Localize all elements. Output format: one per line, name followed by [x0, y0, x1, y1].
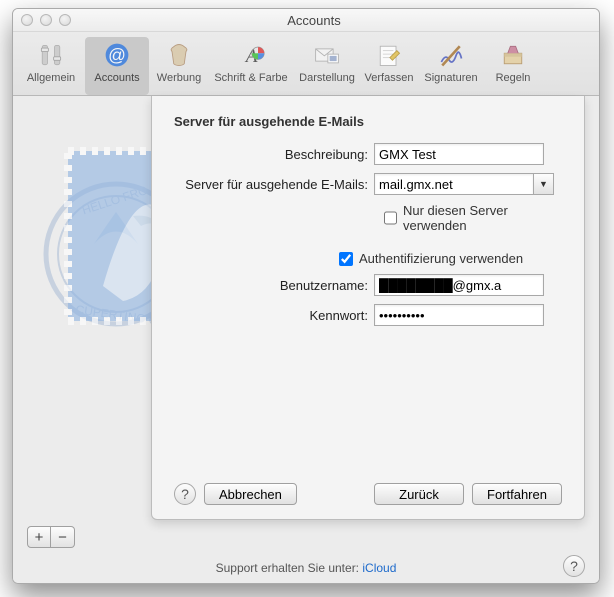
tab-composing[interactable]: Verfassen	[361, 37, 417, 95]
username-input[interactable]	[374, 274, 544, 296]
only-this-server-checkbox[interactable]	[384, 211, 397, 225]
envelope-photo-icon	[312, 40, 342, 70]
rules-box-icon	[498, 40, 528, 70]
switches-icon	[36, 40, 66, 70]
titlebar: Accounts	[13, 9, 599, 32]
tab-accounts[interactable]: @ Accounts	[85, 37, 149, 95]
svg-text:CUPERTINO C: CUPERTINO C	[75, 302, 159, 327]
description-input[interactable]	[374, 143, 544, 165]
support-line: Support erhalten Sie unter: iCloud	[13, 561, 599, 575]
use-auth-checkbox[interactable]	[339, 252, 353, 266]
tab-fonts-colors[interactable]: A Schrift & Farbe	[209, 37, 293, 95]
back-button[interactable]: Zurück	[374, 483, 464, 505]
outgoing-server-input[interactable]	[374, 173, 534, 195]
remove-account-button[interactable]: −	[51, 526, 75, 548]
password-label: Kennwort:	[174, 308, 374, 323]
help-button[interactable]: ?	[174, 483, 196, 505]
compose-note-icon	[374, 40, 404, 70]
outgoing-server-label: Server für ausgehende E-Mails:	[174, 177, 374, 192]
only-this-server-label: Nur diesen Server verwenden	[403, 203, 562, 233]
account-list-controls: + −	[27, 525, 585, 549]
description-label: Beschreibung:	[174, 147, 374, 162]
trash-bag-icon	[164, 40, 194, 70]
at-sign-icon: @	[102, 40, 132, 70]
add-account-button[interactable]: +	[27, 526, 51, 548]
tab-rules[interactable]: Regeln	[485, 37, 541, 95]
continue-button[interactable]: Fortfahren	[472, 483, 562, 505]
tab-viewing[interactable]: Darstellung	[295, 37, 359, 95]
cancel-button[interactable]: Abbrechen	[204, 483, 297, 505]
window-title: Accounts	[29, 13, 599, 28]
svg-text:HELLO FRO: HELLO FRO	[80, 183, 149, 217]
username-label: Benutzername:	[174, 278, 374, 293]
font-color-icon: A	[236, 40, 266, 70]
use-auth-label: Authentifizierung verwenden	[359, 251, 523, 266]
preferences-toolbar: Allgemein @ Accounts Werbung A Schrift &…	[13, 32, 599, 96]
signature-icon	[436, 40, 466, 70]
tab-general[interactable]: Allgemein	[19, 37, 83, 95]
help-button-footer[interactable]: ?	[563, 555, 585, 577]
tab-signatures[interactable]: Signaturen	[419, 37, 483, 95]
outgoing-server-combo[interactable]: ▼	[374, 173, 554, 195]
body-area: HELLO FRO CUPERTINO C Server für ausgehe…	[13, 96, 599, 583]
preferences-window: Accounts Allgemein @ Accounts Werbung A …	[12, 8, 600, 584]
chevron-down-icon[interactable]: ▼	[534, 173, 554, 195]
svg-text:@: @	[108, 45, 126, 65]
tab-junk[interactable]: Werbung	[151, 37, 207, 95]
account-setup-sheet: Server für ausgehende E-Mails Beschreibu…	[151, 96, 585, 520]
sheet-heading: Server für ausgehende E-Mails	[174, 114, 562, 129]
support-link[interactable]: iCloud	[362, 561, 396, 575]
password-input[interactable]	[374, 304, 544, 326]
